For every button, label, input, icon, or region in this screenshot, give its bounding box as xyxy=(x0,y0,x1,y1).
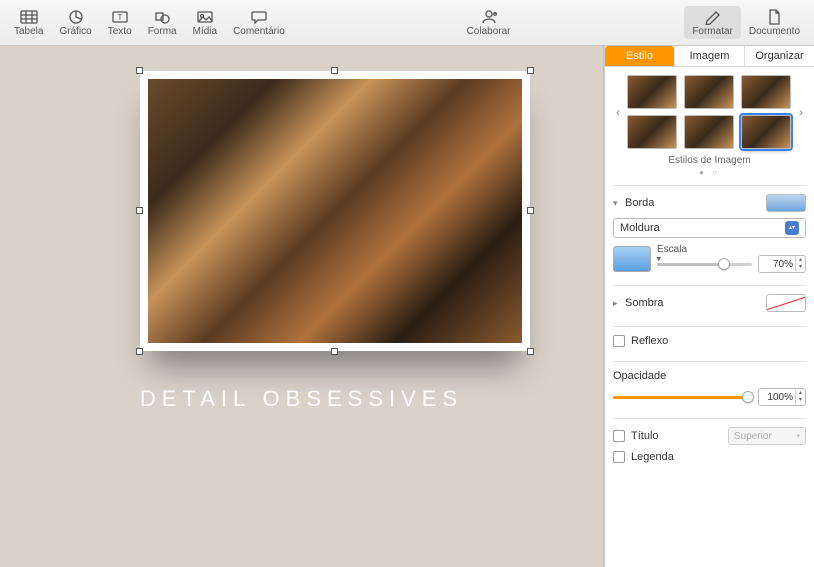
resize-handle[interactable] xyxy=(136,348,143,355)
shadow-title: Sombra xyxy=(625,297,762,309)
shape-icon xyxy=(152,8,172,26)
page-dots: ● ○ xyxy=(613,168,806,177)
tab-arrange[interactable]: Organizar xyxy=(744,46,814,66)
toolbar-document[interactable]: Documento xyxy=(741,6,808,39)
toolbar-collaborate[interactable]: + Colaborar xyxy=(459,6,519,39)
image-placeholder xyxy=(148,79,522,343)
shadow-swatch[interactable] xyxy=(766,294,806,312)
toolbar-label: Comentário xyxy=(233,26,285,37)
toolbar-label: Documento xyxy=(749,26,800,37)
toolbar-format[interactable]: Formatar xyxy=(684,6,741,39)
chevron-right-icon[interactable]: ▸ xyxy=(613,298,621,309)
toolbar-comment[interactable]: Comentário xyxy=(225,6,293,39)
toolbar-table[interactable]: Tabela xyxy=(6,6,51,39)
table-icon xyxy=(19,8,39,26)
style-thumb[interactable] xyxy=(741,75,791,109)
caption-check-label: Legenda xyxy=(631,451,674,463)
opacity-slider[interactable] xyxy=(613,390,752,404)
tab-style[interactable]: Estilo xyxy=(605,46,674,66)
section-shadow: ▸ Sombra xyxy=(613,285,806,326)
stepper-arrows-icon: ▴▾ xyxy=(785,221,799,235)
toolbar-label: Gráfico xyxy=(59,26,91,37)
section-title-caption: Título Superior ▾ Legenda xyxy=(613,418,806,477)
resize-handle[interactable] xyxy=(331,348,338,355)
section-opacity: Opacidade 100% ▴▾ xyxy=(613,361,806,418)
toolbar: Tabela Gráfico T Texto Forma Mídia Comen… xyxy=(0,0,814,46)
image-styles-grid xyxy=(627,75,792,149)
resize-handle[interactable] xyxy=(136,67,143,74)
svg-text:T: T xyxy=(117,13,122,22)
toolbar-label: Texto xyxy=(108,26,132,37)
frame-color-well[interactable] xyxy=(613,246,651,272)
title-check-label: Título xyxy=(631,430,722,442)
border-swatch[interactable] xyxy=(766,194,806,212)
selected-image[interactable] xyxy=(140,71,530,351)
toolbar-label: Tabela xyxy=(14,26,43,37)
section-reflection: Reflexo xyxy=(613,326,806,361)
style-thumb[interactable] xyxy=(741,115,791,149)
styles-prev[interactable]: ‹ xyxy=(613,105,623,119)
style-thumb[interactable] xyxy=(684,115,734,149)
opacity-value: 100% xyxy=(759,392,795,403)
opacity-stepper[interactable]: 100% ▴▾ xyxy=(758,388,806,406)
toolbar-label: Forma xyxy=(148,26,177,37)
title-checkbox[interactable] xyxy=(613,430,625,442)
toolbar-chart[interactable]: Gráfico xyxy=(51,6,99,39)
stepper-arrows-icon: ▾ xyxy=(796,432,800,440)
toolbar-text[interactable]: T Texto xyxy=(100,6,140,39)
section-border: ▾ Borda Moldura ▴▾ ▾ Esca xyxy=(613,185,806,285)
format-icon xyxy=(703,8,723,26)
style-thumb[interactable] xyxy=(627,75,677,109)
banner-text[interactable]: DETAIL OBSESSIVES xyxy=(0,386,603,412)
comment-icon xyxy=(249,8,269,26)
canvas[interactable]: DETAIL OBSESSIVES xyxy=(0,46,604,567)
border-type-select[interactable]: Moldura ▴▾ xyxy=(613,218,806,238)
toolbar-label: Mídia xyxy=(193,26,217,37)
scale-label: Escala xyxy=(657,244,806,255)
text-icon: T xyxy=(110,8,130,26)
format-inspector: Estilo Imagem Organizar ‹ › xyxy=(604,46,814,567)
reflection-label: Reflexo xyxy=(631,335,668,347)
toolbar-media[interactable]: Mídia xyxy=(185,6,225,39)
border-type-value: Moldura xyxy=(620,222,660,234)
tab-image[interactable]: Imagem xyxy=(674,46,744,66)
scale-value: 70% xyxy=(759,259,795,270)
styles-caption: Estilos de Imagem xyxy=(613,155,806,166)
resize-handle[interactable] xyxy=(527,207,534,214)
collaborate-icon: + xyxy=(479,8,499,26)
toolbar-label: Formatar xyxy=(692,26,733,37)
title-position-select: Superior ▾ xyxy=(728,427,806,445)
caption-checkbox[interactable] xyxy=(613,451,625,463)
stepper-arrows-icon: ▴▾ xyxy=(795,257,805,271)
chart-icon xyxy=(66,8,86,26)
resize-handle[interactable] xyxy=(527,67,534,74)
document-icon xyxy=(764,8,784,26)
inspector-tabs: Estilo Imagem Organizar xyxy=(605,46,814,67)
style-thumb[interactable] xyxy=(627,115,677,149)
resize-handle[interactable] xyxy=(136,207,143,214)
resize-handle[interactable] xyxy=(331,67,338,74)
stepper-arrows-icon: ▴▾ xyxy=(795,390,805,404)
styles-next[interactable]: › xyxy=(796,105,806,119)
resize-handle[interactable] xyxy=(527,348,534,355)
border-title: Borda xyxy=(625,197,762,209)
style-thumb[interactable] xyxy=(684,75,734,109)
reflection-checkbox[interactable] xyxy=(613,335,625,347)
opacity-title: Opacidade xyxy=(613,370,806,382)
media-icon xyxy=(195,8,215,26)
title-position-value: Superior xyxy=(734,431,772,442)
toolbar-shape[interactable]: Forma xyxy=(140,6,185,39)
scale-slider[interactable] xyxy=(657,257,752,271)
chevron-down-icon[interactable]: ▾ xyxy=(613,198,621,209)
toolbar-label: Colaborar xyxy=(467,26,511,37)
scale-stepper[interactable]: 70% ▴▾ xyxy=(758,255,806,273)
